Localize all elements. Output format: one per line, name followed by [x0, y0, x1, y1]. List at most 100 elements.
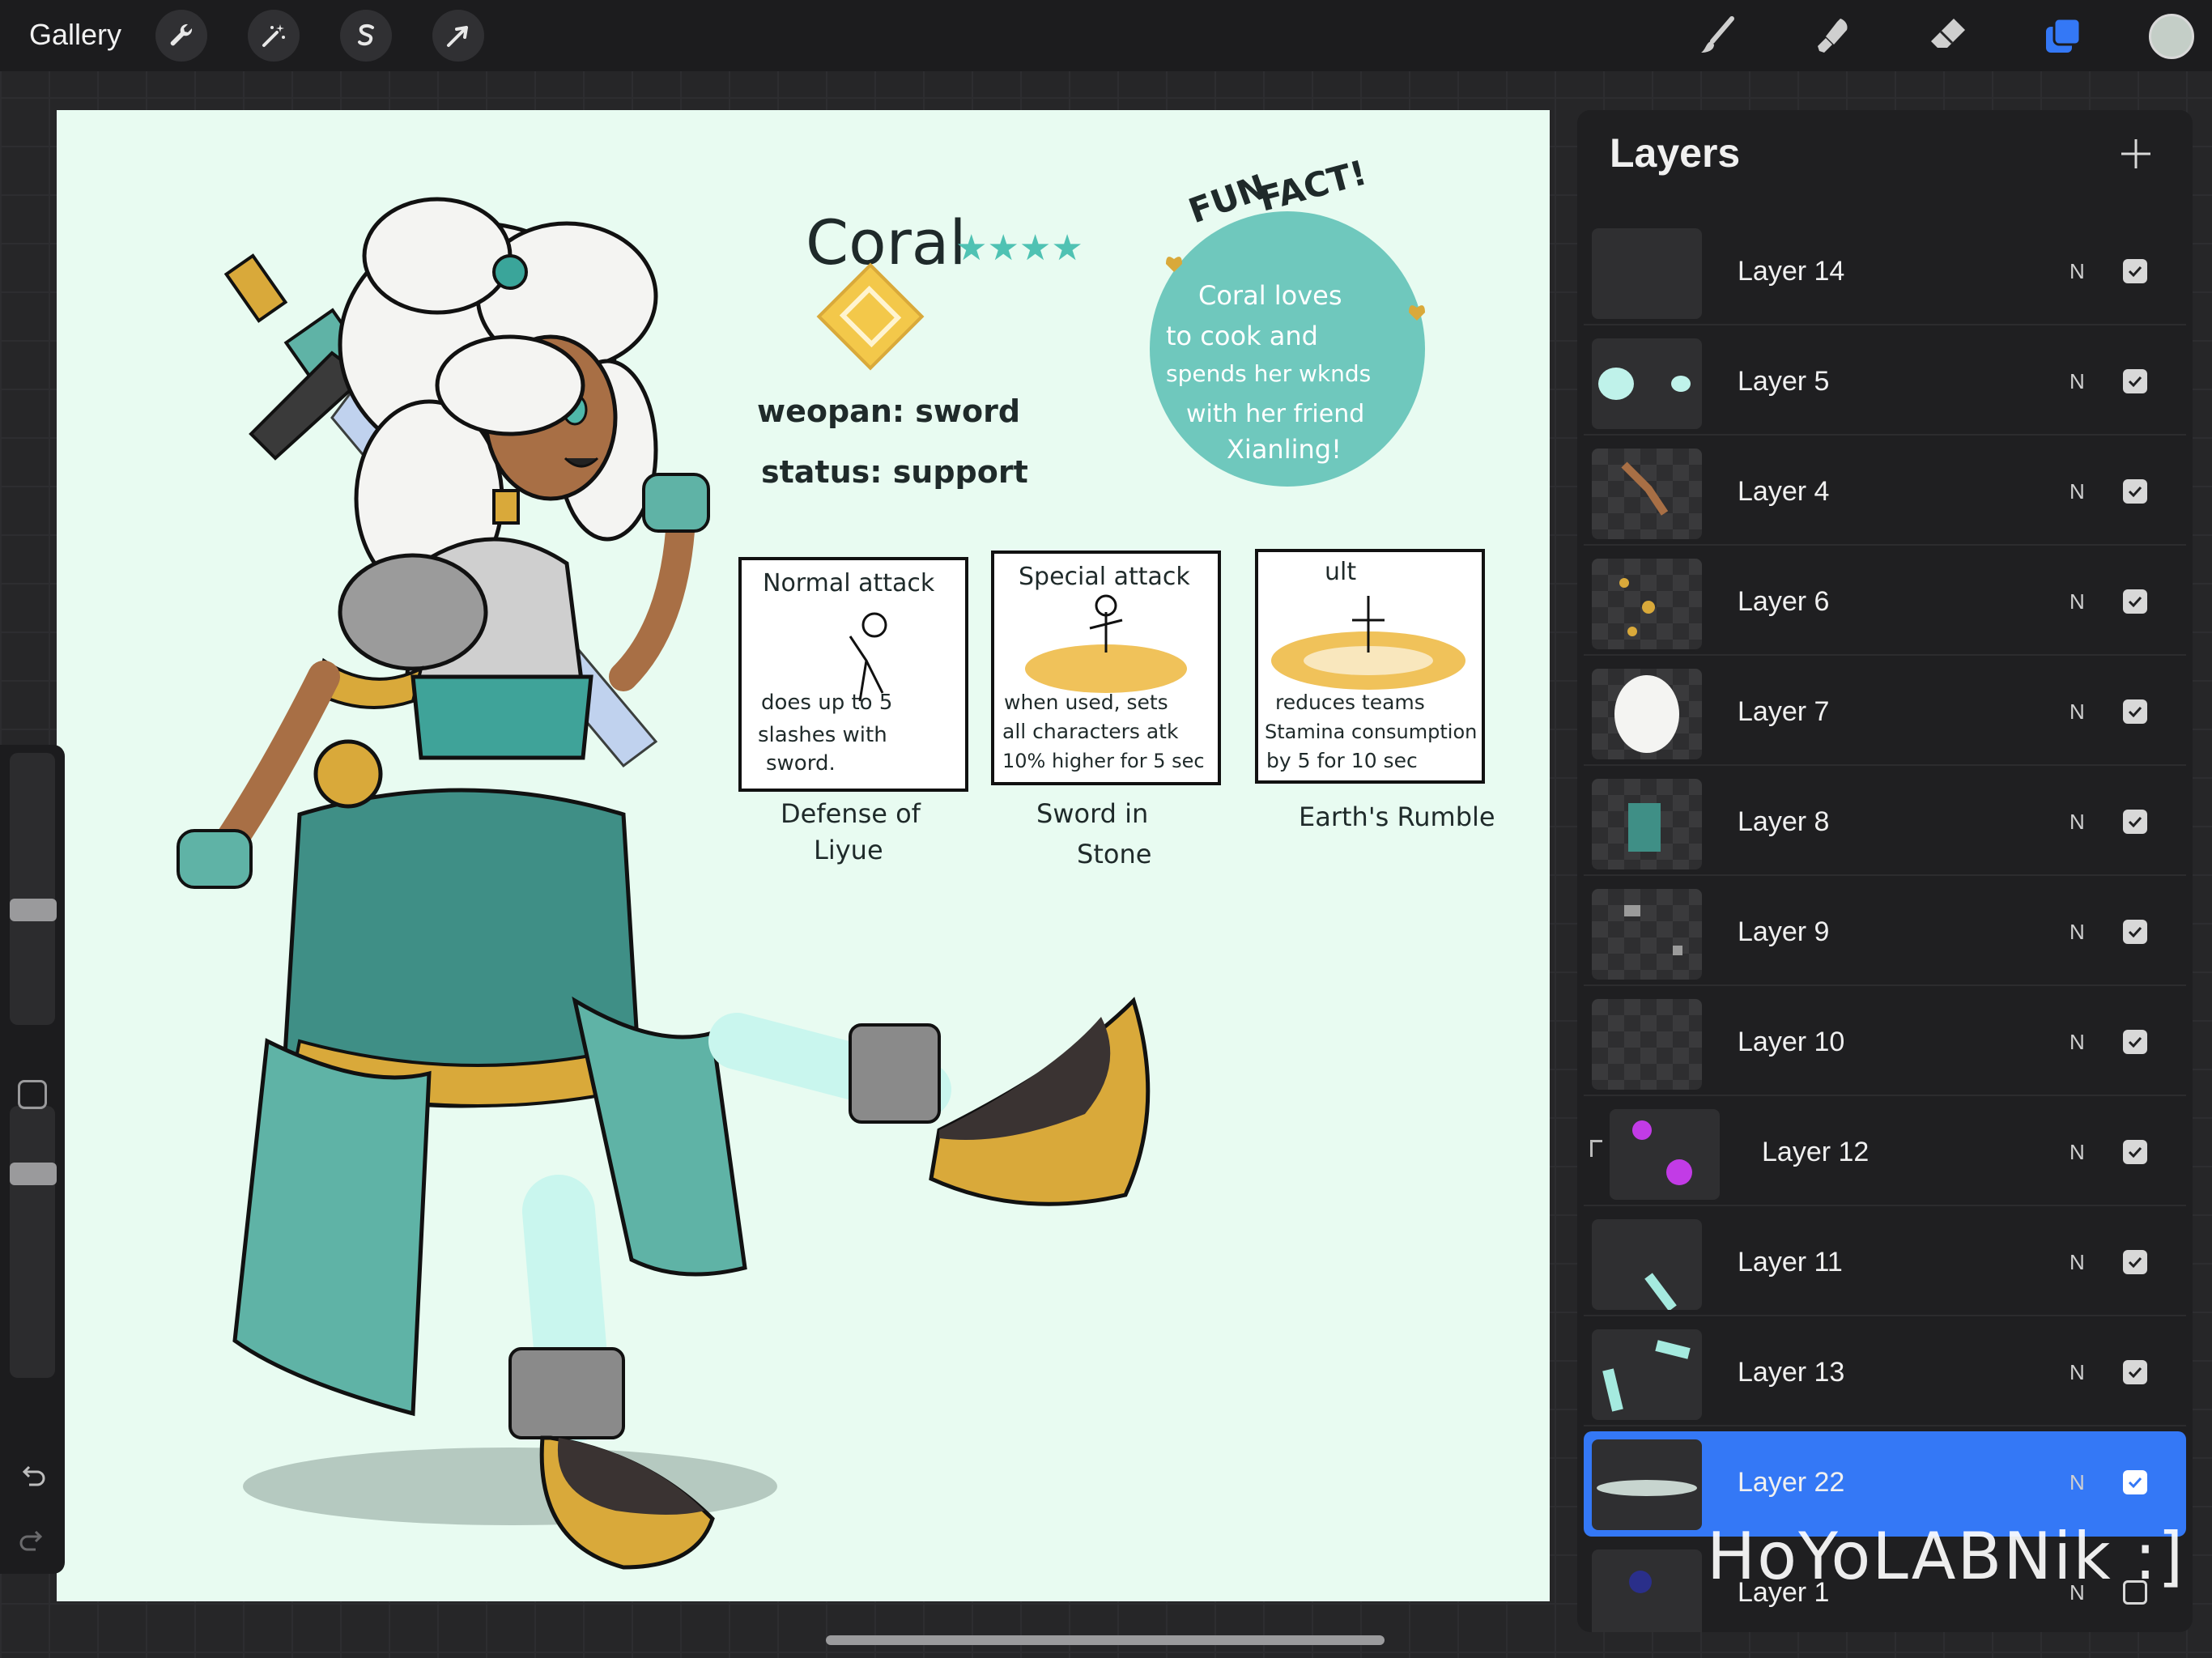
add-layer-button[interactable]	[2112, 130, 2160, 178]
layer-row[interactable]: Layer 7 N	[1584, 661, 2186, 766]
svg-text:Liyue: Liyue	[814, 835, 883, 865]
plus-icon	[2121, 139, 2150, 168]
visibility-checkbox[interactable]	[2123, 920, 2147, 944]
blend-mode[interactable]: N	[2069, 810, 2085, 835]
transform-arrow-icon[interactable]	[432, 10, 484, 62]
svg-text:FACT!: FACT!	[1255, 152, 1371, 219]
svg-text:spends her wknds: spends her wknds	[1166, 360, 1371, 387]
eraser-icon[interactable]	[1922, 10, 1974, 62]
svg-text:Defense of: Defense of	[781, 798, 921, 829]
blend-mode[interactable]: N	[2069, 1360, 2085, 1385]
svg-text:slashes with: slashes with	[758, 723, 887, 747]
svg-text:Sword in: Sword in	[1036, 798, 1148, 829]
layer-row[interactable]: Layer 10 N	[1584, 991, 2186, 1096]
blend-mode[interactable]: N	[2069, 479, 2085, 504]
layer-row[interactable]: Layer 11 N	[1584, 1211, 2186, 1316]
layer-name: Layer 11	[1738, 1247, 1843, 1278]
drawing-canvas[interactable]: Coral ★★★★ weopan: sword status: support…	[57, 110, 1550, 1601]
brush-size-handle[interactable]	[10, 899, 57, 921]
visibility-checkbox[interactable]	[2123, 1360, 2147, 1384]
undo-icon[interactable]	[15, 1457, 50, 1493]
blend-mode[interactable]: N	[2069, 259, 2085, 284]
blend-mode[interactable]: N	[2069, 699, 2085, 725]
layer-thumbnail	[1592, 669, 1702, 759]
brush-size-slider[interactable]	[10, 753, 55, 1025]
layer-name: Layer 22	[1738, 1467, 1845, 1498]
gallery-button[interactable]: Gallery	[29, 18, 121, 52]
status-text: status: support	[761, 454, 1028, 490]
svg-text:ult: ult	[1325, 558, 1356, 586]
layer-row[interactable]: Layer 8 N	[1584, 771, 2186, 876]
layer-row[interactable]: Layer 9 N	[1584, 881, 2186, 986]
svg-text:Coral loves: Coral loves	[1198, 280, 1342, 311]
visibility-checkbox[interactable]	[2123, 479, 2147, 504]
visibility-checkbox[interactable]	[2123, 589, 2147, 614]
color-swatch[interactable]	[2149, 14, 2194, 59]
blend-mode[interactable]: N	[2069, 589, 2085, 614]
clipping-mask-icon	[1590, 1140, 1602, 1157]
svg-text:Normal attack: Normal attack	[763, 569, 935, 597]
blend-mode[interactable]: N	[2069, 1250, 2085, 1275]
svg-text:sword.: sword.	[766, 751, 836, 776]
visibility-checkbox[interactable]	[2123, 369, 2147, 393]
visibility-checkbox[interactable]	[2123, 1140, 2147, 1164]
top-toolbar: Gallery	[0, 0, 2212, 71]
layer-name: Layer 7	[1738, 696, 1830, 727]
redo-icon[interactable]	[15, 1522, 50, 1558]
layer-name: Layer 4	[1738, 476, 1830, 507]
blend-mode[interactable]: N	[2069, 369, 2085, 394]
brush-icon[interactable]	[1692, 10, 1744, 62]
home-indicator[interactable]	[826, 1635, 1385, 1645]
layer-thumbnail	[1592, 889, 1702, 980]
visibility-checkbox[interactable]	[2123, 1030, 2147, 1054]
wrench-icon[interactable]	[155, 10, 207, 62]
visibility-checkbox[interactable]	[2123, 259, 2147, 283]
layer-thumbnail	[1592, 228, 1702, 319]
visibility-checkbox[interactable]	[2123, 1250, 2147, 1274]
ability-panel-special: Special attack when used, sets all chara…	[991, 551, 1221, 869]
layer-row[interactable]: Layer 14 N	[1584, 220, 2186, 325]
layers-icon[interactable]	[2037, 10, 2089, 62]
layer-row[interactable]: Layer 13 N	[1584, 1321, 2186, 1426]
modify-button[interactable]	[18, 1080, 47, 1109]
layer-thumbnail	[1592, 559, 1702, 649]
svg-text:Stamina consumption: Stamina consumption	[1265, 721, 1477, 743]
layer-thumbnail	[1592, 1439, 1702, 1530]
opacity-handle[interactable]	[10, 1163, 57, 1185]
svg-text:Earth's Rumble: Earth's Rumble	[1299, 801, 1495, 832]
layer-name: Layer 12	[1762, 1137, 1870, 1167]
layer-name: Layer 14	[1738, 256, 1845, 287]
selection-icon[interactable]	[340, 10, 392, 62]
layer-thumbnail	[1592, 1219, 1702, 1310]
visibility-checkbox[interactable]	[2123, 810, 2147, 834]
fun-fact-bubble: FUN FACT! Coral loves to cook and spends…	[1150, 152, 1425, 487]
blend-mode[interactable]: N	[2069, 1140, 2085, 1165]
opacity-slider[interactable]	[10, 1106, 55, 1378]
visibility-checkbox[interactable]	[2123, 1470, 2147, 1494]
layer-row[interactable]: Layer 12 N	[1584, 1101, 2186, 1206]
layer-name: Layer 10	[1738, 1027, 1845, 1057]
layer-thumbnail	[1592, 338, 1702, 429]
layer-name: Layer 8	[1738, 806, 1830, 837]
layer-thumbnail	[1592, 1550, 1702, 1632]
svg-text:by 5 for 10 sec: by 5 for 10 sec	[1266, 749, 1418, 772]
visibility-checkbox[interactable]	[2123, 699, 2147, 724]
layer-row[interactable]: Layer 4 N	[1584, 440, 2186, 546]
watermark-text: HoYoLABNik :]	[1707, 1519, 2185, 1594]
layer-thumbnail	[1592, 999, 1702, 1090]
sidebar-tools	[0, 745, 65, 1574]
layer-row[interactable]: Layer 6 N	[1584, 551, 2186, 656]
svg-text:Xianling!: Xianling!	[1227, 434, 1342, 465]
character-artwork: Coral ★★★★ weopan: sword status: support…	[177, 152, 1495, 1570]
blend-mode[interactable]: N	[2069, 920, 2085, 945]
svg-text:Stone: Stone	[1077, 839, 1151, 869]
geo-emblem	[816, 262, 925, 371]
magic-wand-icon[interactable]	[248, 10, 300, 62]
rarity-stars: ★★★★	[955, 228, 1083, 268]
blend-mode[interactable]: N	[2069, 1030, 2085, 1055]
layer-name: Layer 5	[1738, 366, 1830, 397]
layer-thumbnail	[1592, 1329, 1702, 1420]
layer-row[interactable]: Layer 5 N	[1584, 330, 2186, 436]
blend-mode[interactable]: N	[2069, 1470, 2085, 1495]
smudge-icon[interactable]	[1807, 10, 1859, 62]
